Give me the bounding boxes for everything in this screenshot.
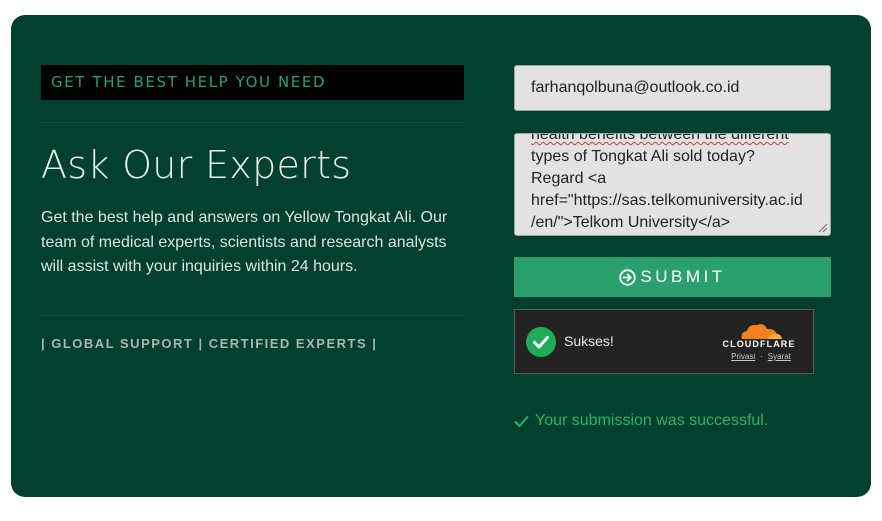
arrow-circle-right-icon <box>619 268 637 286</box>
message-line: health benefits between the different <box>531 133 789 143</box>
resize-handle-icon[interactable] <box>816 221 828 233</box>
page-title: Ask Our Experts <box>41 143 352 187</box>
message-line: Regard <a <box>531 170 607 187</box>
ask-experts-panel: GET THE BEST HELP YOU NEED Ask Our Exper… <box>11 15 871 497</box>
terms-link[interactable]: Syarat <box>768 352 791 361</box>
message-line: /en/">Telkom University</a> <box>531 214 731 231</box>
success-text: Your submission was successful. <box>535 412 769 429</box>
separator: · <box>760 352 763 361</box>
email-field[interactable] <box>514 65 831 111</box>
success-message: Your submission was successful. <box>514 412 768 430</box>
submit-label: SUBMIT <box>640 267 726 286</box>
message-textarea[interactable]: health benefits between the different ty… <box>514 133 831 236</box>
checkmark-icon <box>514 415 529 427</box>
checkmark-circle-icon <box>526 327 556 357</box>
message-line: types of Tongkat Ali sold today? <box>531 148 755 165</box>
message-line: href="https://sas.telkomuniversity.ac.id <box>531 192 803 209</box>
captcha-links: Privasi · Syarat <box>723 352 799 361</box>
cloudflare-logo-icon <box>741 324 782 339</box>
divider <box>41 122 464 123</box>
divider <box>41 315 464 316</box>
support-tagline: | GLOBAL SUPPORT | CERTIFIED EXPERTS | <box>41 336 378 351</box>
intro-text: Get the best help and answers on Yellow … <box>41 209 448 275</box>
cloudflare-captcha-widget[interactable]: Sukses! CLOUDFLARE Privasi · Syarat <box>514 309 814 374</box>
message-text: health benefits between the different ty… <box>531 133 821 234</box>
privacy-link[interactable]: Privasi <box>731 352 755 361</box>
submit-button[interactable]: SUBMIT <box>514 257 831 297</box>
cloudflare-brand: CLOUDFLARE <box>722 339 796 349</box>
captcha-status: Sukses! <box>564 333 614 349</box>
section-eyebrow: GET THE BEST HELP YOU NEED <box>41 65 464 100</box>
